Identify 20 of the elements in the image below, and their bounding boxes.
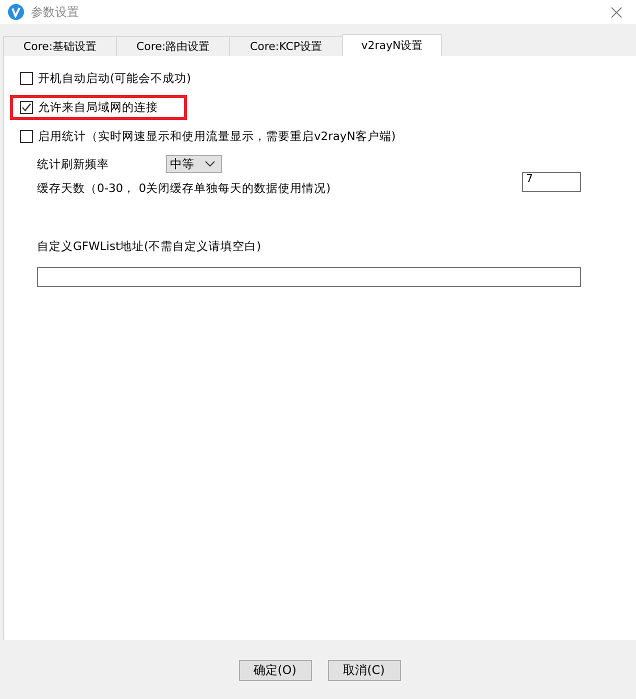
checkbox[interactable] <box>20 72 33 85</box>
window-title: 参数设置 <box>31 4 79 20</box>
cancel-button[interactable]: 取消(C) <box>328 660 400 681</box>
close-icon[interactable] <box>611 6 622 18</box>
checkbox-label: 允许来自局域网的连接 <box>38 100 158 115</box>
tab[interactable]: Core:基础设置 <box>3 36 117 56</box>
input-field[interactable]: 7 <box>522 172 581 192</box>
field-label: 缓存天数（0-30， 0关闭缓存单独每天的数据使用情况) <box>37 181 331 196</box>
checkbox-label: 开机自动启动(可能会不成功) <box>38 71 191 86</box>
chevron-down-icon <box>205 161 215 167</box>
dropdown[interactable]: 中等 <box>166 155 222 173</box>
ok-button[interactable]: 确定(O) <box>238 660 312 681</box>
checkbox[interactable] <box>20 130 33 143</box>
checkbox-label: 启用统计（实时网速显示和使用流量显示，需要重启v2rayN客户端) <box>38 129 396 144</box>
field-label: 自定义GFWList地址(不需自定义请填空白) <box>37 239 262 254</box>
app-logo-icon <box>8 4 24 20</box>
field-label: 统计刷新频率 <box>37 156 110 172</box>
tab[interactable]: v2rayN设置 <box>342 34 442 56</box>
checkbox[interactable] <box>20 101 33 114</box>
input-field[interactable] <box>37 267 581 287</box>
